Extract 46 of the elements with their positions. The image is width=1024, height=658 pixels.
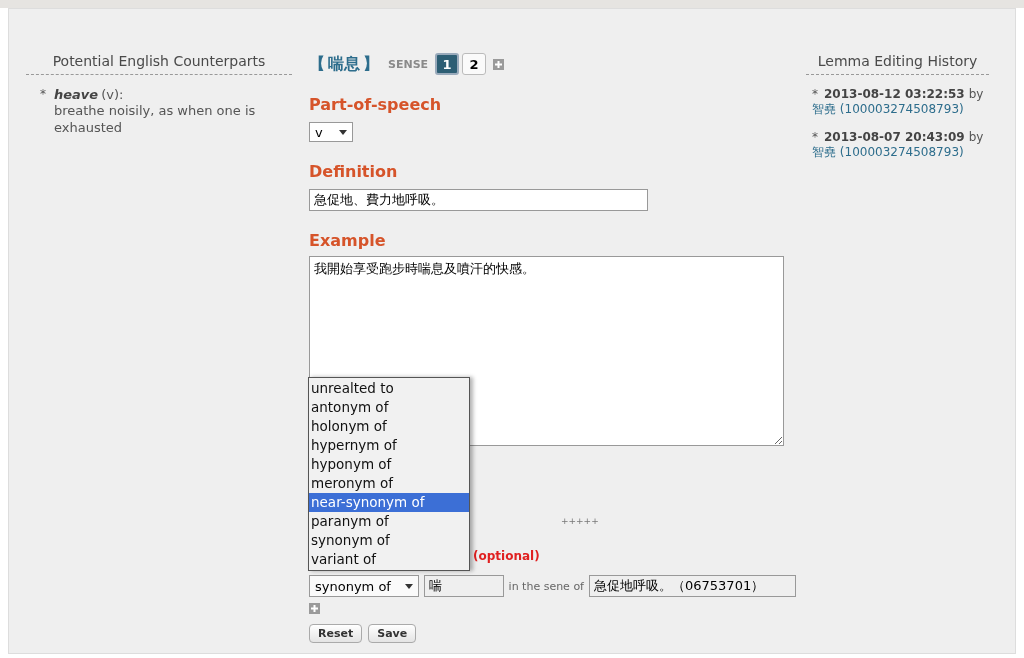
- form-button[interactable]: Reset: [309, 624, 363, 643]
- timestamp: 2013-08-07 20:43:09: [824, 130, 965, 144]
- sense-tab[interactable]: 1: [435, 53, 460, 75]
- menu-item[interactable]: variant of: [309, 550, 469, 569]
- section-heading: Potential English Counterparts: [26, 53, 292, 75]
- menu-item[interactable]: meronym of: [309, 474, 469, 493]
- user-link[interactable]: 智堯 (100003274508793): [812, 144, 989, 161]
- word-field[interactable]: 喘: [423, 575, 504, 597]
- sense-tab[interactable]: 2: [462, 53, 487, 75]
- menu-item[interactable]: paranym of: [309, 512, 469, 531]
- menu-item[interactable]: hyponym of: [309, 455, 469, 474]
- separator-text: +++++: [561, 516, 600, 526]
- form-button[interactable]: Save: [368, 624, 417, 643]
- field-heading: Definition: [309, 162, 399, 181]
- field-heading: Example: [309, 231, 387, 250]
- sense-label: SENSE: [388, 57, 429, 71]
- lemma-word: 喘息: [328, 53, 360, 75]
- add-icon[interactable]: [309, 603, 320, 614]
- by-text: by: [968, 87, 984, 101]
- menu-item[interactable]: near-synonym of: [309, 493, 469, 512]
- timestamp: 2013-08-12 03:22:53: [824, 87, 965, 101]
- gloss-text: breathe noisily, as when one is exhausted: [54, 102, 257, 136]
- bracket: 【: [309, 53, 325, 75]
- by-text: by: [968, 130, 984, 144]
- english-word: heave: [54, 87, 99, 102]
- menu-item[interactable]: antonym of: [309, 398, 469, 417]
- caret-icon: [404, 583, 413, 589]
- bullet: *: [812, 87, 818, 101]
- definition-field[interactable]: 急促地、費力地呼吸。: [309, 189, 648, 211]
- section-heading: Lemma Editing History: [806, 53, 989, 75]
- menu-item[interactable]: synonym of: [309, 531, 469, 550]
- user-link[interactable]: 智堯 (100003274508793): [812, 101, 989, 118]
- bullet: *: [812, 130, 818, 144]
- bracket: 】: [363, 53, 379, 75]
- part-of-speech-select[interactable]: v: [309, 122, 353, 142]
- part-of-speech-label: (v):: [101, 87, 124, 102]
- optional-label: (optional): [473, 549, 541, 563]
- menu-item[interactable]: holonym of: [309, 417, 469, 436]
- menu-item[interactable]: unrealted to: [309, 379, 469, 398]
- caret-icon: [339, 129, 347, 135]
- bullet: *: [40, 87, 46, 103]
- sense-field[interactable]: 急促地呼吸。（06753701）: [589, 575, 796, 597]
- add-icon[interactable]: [493, 58, 505, 70]
- connector-text: in the sene of: [508, 579, 584, 593]
- relation-select[interactable]: synonym of: [309, 575, 419, 597]
- field-heading: Part-of-speech: [309, 95, 443, 114]
